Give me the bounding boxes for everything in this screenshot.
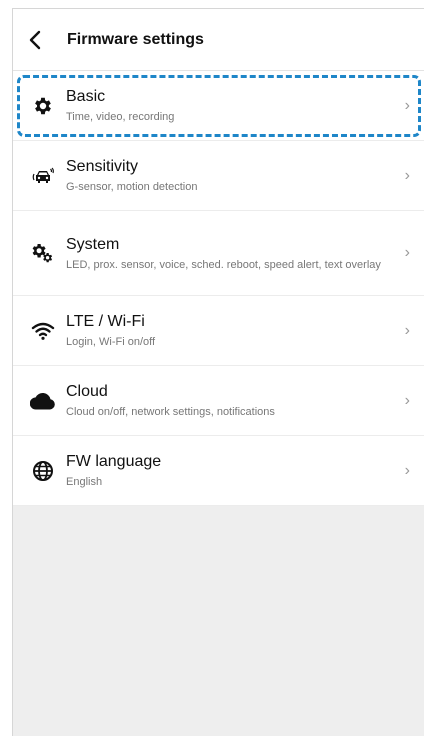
page-title: Firmware settings: [67, 30, 204, 48]
item-title: FW language: [66, 453, 162, 470]
item-title: Sensitivity: [66, 158, 139, 175]
item-subtitle: G-sensor, motion detection: [66, 181, 198, 193]
item-subtitle: LED, prox. sensor, voice, sched. reboot,…: [66, 258, 381, 271]
car-motion-icon: [20, 165, 66, 187]
chevron-right-icon: ›: [404, 96, 410, 114]
settings-item-cloud[interactable]: Cloud Cloud on/off, network settings, no…: [13, 366, 424, 436]
globe-icon: [20, 460, 66, 482]
back-button[interactable]: [13, 9, 57, 71]
top-bar: Firmware settings: [13, 9, 424, 71]
item-subtitle: Cloud on/off, network settings, notifica…: [66, 406, 275, 418]
cloud-icon: [20, 392, 66, 410]
settings-item-fw-language[interactable]: FW language English ›: [13, 436, 424, 506]
chevron-right-icon: ›: [404, 244, 410, 261]
gears-icon: [20, 242, 66, 264]
gear-icon: [20, 95, 66, 117]
app-screen: Firmware settings Basic Time, video, rec…: [12, 8, 424, 736]
back-arrow-icon: [29, 30, 41, 49]
item-title: Cloud: [66, 383, 108, 400]
item-title: LTE / Wi-Fi: [66, 313, 145, 330]
chevron-right-icon: ›: [404, 321, 410, 339]
wifi-icon: [20, 321, 66, 341]
settings-list: Basic Time, video, recording › Sensitivi…: [13, 71, 424, 506]
item-subtitle: English: [66, 476, 103, 488]
item-subtitle: Login, Wi-Fi on/off: [66, 336, 156, 348]
settings-item-basic[interactable]: Basic Time, video, recording ›: [13, 71, 424, 141]
item-subtitle: Time, video, recording: [66, 111, 175, 123]
settings-item-sensitivity[interactable]: Sensitivity G-sensor, motion detection ›: [13, 141, 424, 211]
chevron-right-icon: ›: [404, 166, 410, 184]
settings-item-system[interactable]: System LED, prox. sensor, voice, sched. …: [13, 211, 424, 296]
settings-item-lte-wifi[interactable]: LTE / Wi-Fi Login, Wi-Fi on/off ›: [13, 296, 424, 366]
chevron-right-icon: ›: [404, 391, 410, 409]
chevron-right-icon: ›: [404, 461, 410, 479]
item-title: System: [66, 235, 120, 253]
item-title: Basic: [66, 88, 106, 105]
